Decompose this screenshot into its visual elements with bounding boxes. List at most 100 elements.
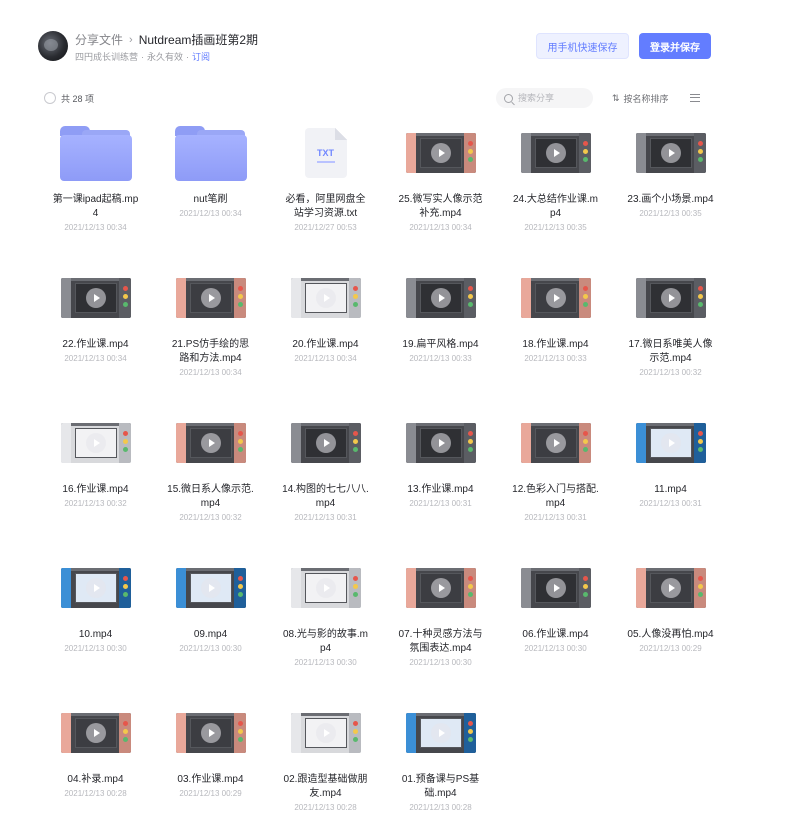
file-name[interactable]: nut笔刷 (153, 193, 268, 207)
play-icon[interactable] (430, 143, 451, 163)
play-icon[interactable] (545, 143, 566, 163)
play-icon[interactable] (545, 288, 566, 308)
subscribe-link[interactable]: 订阅 (192, 52, 210, 62)
file-name[interactable]: 05.人像没再怕.mp4 (613, 628, 728, 642)
file-name[interactable]: 16.作业课.mp4 (38, 483, 153, 497)
file-name[interactable]: 20.作业课.mp4 (268, 338, 383, 352)
login-and-save-button[interactable]: 登录并保存 (639, 33, 711, 59)
play-icon[interactable] (430, 288, 451, 308)
file-item-video[interactable]: 19.扁平风格.mp4 2021/12/13 00:33 (383, 260, 498, 405)
play-icon[interactable] (545, 578, 566, 598)
file-item-video[interactable]: 10.mp4 2021/12/13 00:30 (38, 550, 153, 695)
play-icon[interactable] (660, 288, 681, 308)
file-name[interactable]: 08.光与影的故事.mp4 (268, 628, 383, 656)
play-icon[interactable] (430, 578, 451, 598)
file-item-video[interactable]: 09.mp4 2021/12/13 00:30 (153, 550, 268, 695)
file-item-video[interactable]: 13.作业课.mp4 2021/12/13 00:31 (383, 405, 498, 550)
file-item-video[interactable]: 16.作业课.mp4 2021/12/13 00:32 (38, 405, 153, 550)
file-name[interactable]: 03.作业课.mp4 (153, 773, 268, 787)
file-name[interactable]: 25.微写实人像示范补充.mp4 (383, 193, 498, 221)
play-icon[interactable] (200, 288, 221, 308)
file-item-video[interactable]: 05.人像没再怕.mp4 2021/12/13 00:29 (613, 550, 728, 695)
file-item-video[interactable]: 06.作业课.mp4 2021/12/13 00:30 (498, 550, 613, 695)
file-item-video[interactable]: 12.色彩入门与搭配.mp4 2021/12/13 00:31 (498, 405, 613, 550)
play-icon[interactable] (430, 723, 451, 743)
play-icon[interactable] (200, 578, 221, 598)
play-icon[interactable] (85, 723, 106, 743)
list-view-icon[interactable] (690, 94, 700, 102)
file-name[interactable]: 23.画个小场景.mp4 (613, 193, 728, 207)
file-name[interactable]: 11.mp4 (613, 483, 728, 497)
file-item-video[interactable]: 20.作业课.mp4 2021/12/13 00:34 (268, 260, 383, 405)
play-icon[interactable] (315, 433, 336, 453)
file-name[interactable]: 04.补录.mp4 (38, 773, 153, 787)
play-icon[interactable] (200, 723, 221, 743)
sort-control[interactable]: ⇅ 按名称排序 (612, 92, 669, 105)
file-name[interactable]: 10.mp4 (38, 628, 153, 642)
play-icon[interactable] (660, 578, 681, 598)
play-icon[interactable] (315, 578, 336, 598)
owner-name[interactable]: 四円成长训练营 (75, 52, 138, 62)
play-icon[interactable] (660, 433, 681, 453)
file-name[interactable]: 17.微日系唯美人像示范.mp4 (613, 338, 728, 366)
file-item-video[interactable]: 15.微日系人像示范.mp4 2021/12/13 00:32 (153, 405, 268, 550)
play-icon[interactable] (315, 723, 336, 743)
file-thumbnail (290, 558, 361, 618)
file-item-video[interactable]: 02.跟造型基础做朋友.mp4 2021/12/13 00:28 (268, 695, 383, 833)
search-box[interactable] (496, 88, 593, 108)
file-name[interactable]: 01.预备课与PS基础.mp4 (383, 773, 498, 801)
video-thumbnail (520, 133, 591, 173)
play-icon[interactable] (85, 433, 106, 453)
save-by-phone-button[interactable]: 用手机快速保存 (536, 33, 629, 59)
file-thumbnail (290, 703, 361, 763)
file-item-video[interactable]: 21.PS仿手绘的思路和方法.mp4 2021/12/13 00:34 (153, 260, 268, 405)
file-item-video[interactable]: 17.微日系唯美人像示范.mp4 2021/12/13 00:32 (613, 260, 728, 405)
file-item-video[interactable]: 14.构图的七七八八.mp4 2021/12/13 00:31 (268, 405, 383, 550)
file-name[interactable]: 15.微日系人像示范.mp4 (153, 483, 268, 511)
file-item-video[interactable]: 04.补录.mp4 2021/12/13 00:28 (38, 695, 153, 833)
select-all-checkbox[interactable] (44, 92, 56, 104)
file-item-video[interactable]: 22.作业课.mp4 2021/12/13 00:34 (38, 260, 153, 405)
file-name[interactable]: 06.作业课.mp4 (498, 628, 613, 642)
file-item-video[interactable]: 25.微写实人像示范补充.mp4 2021/12/13 00:34 (383, 115, 498, 260)
file-name[interactable]: 18.作业课.mp4 (498, 338, 613, 352)
file-thumbnail (405, 558, 476, 618)
share-header: 分享文件 › Nutdream插画班第2期 四円成长训练营 · 永久有效 · 订阅 用手… (0, 0, 794, 80)
play-icon[interactable] (545, 433, 566, 453)
avatar[interactable] (38, 31, 68, 61)
search-input[interactable] (518, 93, 588, 103)
folder-item[interactable]: 第一课ipad起稿.mp4 2021/12/13 00:34 (38, 115, 153, 260)
file-name[interactable]: 必看，阿里网盘全站学习资源.txt (268, 193, 383, 221)
file-name[interactable]: 22.作业课.mp4 (38, 338, 153, 352)
file-thumbnail (60, 268, 131, 328)
file-name[interactable]: 07.十种灵感方法与氛围表达.mp4 (383, 628, 498, 656)
file-name[interactable]: 14.构图的七七八八.mp4 (268, 483, 383, 511)
file-name[interactable]: 09.mp4 (153, 628, 268, 642)
file-item-video[interactable]: 11.mp4 2021/12/13 00:31 (613, 405, 728, 550)
file-name[interactable]: 19.扁平风格.mp4 (383, 338, 498, 352)
file-name[interactable]: 21.PS仿手绘的思路和方法.mp4 (153, 338, 268, 366)
file-item-video[interactable]: 07.十种灵感方法与氛围表达.mp4 2021/12/13 00:30 (383, 550, 498, 695)
folder-item[interactable]: nut笔刷 2021/12/13 00:34 (153, 115, 268, 260)
play-icon[interactable] (660, 143, 681, 163)
play-icon[interactable] (430, 433, 451, 453)
file-item-txt[interactable]: TXT 必看，阿里网盘全站学习资源.txt 2021/12/27 00:53 (268, 115, 383, 260)
file-name[interactable]: 12.色彩入门与搭配.mp4 (498, 483, 613, 511)
file-name[interactable]: 02.跟造型基础做朋友.mp4 (268, 773, 383, 801)
file-item-video[interactable]: 08.光与影的故事.mp4 2021/12/13 00:30 (268, 550, 383, 695)
file-item-video[interactable]: 23.画个小场景.mp4 2021/12/13 00:35 (613, 115, 728, 260)
play-icon[interactable] (200, 433, 221, 453)
sort-label: 按名称排序 (623, 94, 669, 104)
file-name[interactable]: 第一课ipad起稿.mp4 (38, 193, 153, 221)
file-item-video[interactable]: 18.作业课.mp4 2021/12/13 00:33 (498, 260, 613, 405)
file-item-video[interactable]: 24.大总结作业课.mp4 2021/12/13 00:35 (498, 115, 613, 260)
file-name[interactable]: 13.作业课.mp4 (383, 483, 498, 497)
file-item-video[interactable]: 01.预备课与PS基础.mp4 2021/12/13 00:28 (383, 695, 498, 833)
play-icon[interactable] (85, 578, 106, 598)
folder-icon (60, 124, 132, 182)
play-icon[interactable] (85, 288, 106, 308)
play-icon[interactable] (315, 288, 336, 308)
file-name[interactable]: 24.大总结作业课.mp4 (498, 193, 613, 221)
file-item-video[interactable]: 03.作业课.mp4 2021/12/13 00:29 (153, 695, 268, 833)
breadcrumb-root-link[interactable]: 分享文件 (75, 31, 123, 48)
